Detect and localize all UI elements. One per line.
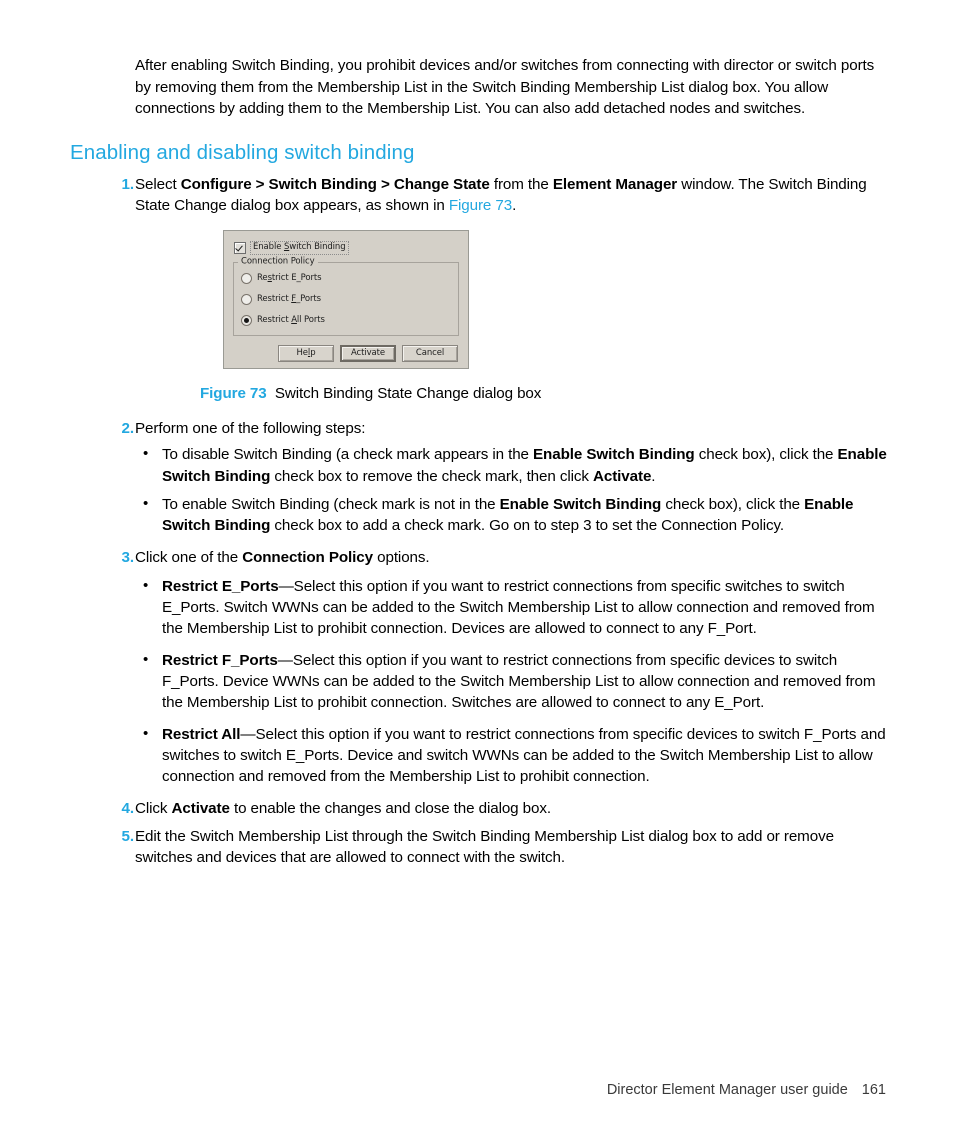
- step-1-bold-menu-path: Configure > Switch Binding > Change Stat…: [180, 175, 490, 193]
- bullet-icon: •: [143, 494, 149, 512]
- step-3: 3. Click one of the Connection Policy op…: [70, 547, 888, 788]
- page-footer: Director Element Manager user guide 161: [0, 1082, 954, 1098]
- step-1: 1. Select Configure > Switch Binding > C…: [70, 174, 888, 405]
- em-dash: —: [278, 577, 294, 595]
- enable-switch-binding-label: Enable Switch Binding: [250, 241, 349, 256]
- list-item: • Restrict F_Ports—Select this option if…: [135, 650, 888, 714]
- radio-restrict-all-ports-label: Restrict All Ports: [257, 315, 325, 326]
- procedure-steps: 1. Select Configure > Switch Binding > C…: [70, 174, 888, 869]
- figure-73-image: Enable Switch Binding Connection Policy: [135, 230, 888, 370]
- page-title: Enabling and disabling switch binding: [70, 140, 415, 164]
- activate-button[interactable]: Activate: [340, 345, 396, 363]
- step-1-text-b: from the: [489, 175, 553, 193]
- step-number: 4.: [121, 799, 135, 817]
- em-dash: —: [240, 725, 256, 743]
- step-5: 5. Edit the Switch Membership List throu…: [70, 826, 888, 869]
- figure-73-cross-reference[interactable]: Figure 73: [449, 197, 512, 214]
- radio-button-icon[interactable]: [241, 273, 252, 285]
- cancel-button[interactable]: Cancel: [402, 345, 458, 363]
- connection-policy-group: Connection Policy Restrict E_Ports Restr…: [233, 257, 459, 337]
- page-content: After enabling Switch Binding, you prohi…: [70, 55, 888, 875]
- step-1-text-a: Select: [135, 175, 181, 193]
- bullet-icon: •: [143, 724, 149, 742]
- em-dash: —: [277, 651, 293, 669]
- bullet-bold-a: Enable Switch Binding: [533, 446, 695, 464]
- step-4-text-a: Click: [135, 799, 172, 817]
- bullet-bold-c: Activate: [593, 467, 652, 485]
- step-3-bullets: • Restrict E_Ports—Select this option if…: [135, 576, 888, 788]
- step-number: 3.: [121, 548, 135, 566]
- figure-caption-text: Switch Binding State Change dialog box: [274, 385, 542, 403]
- bullet-bold-a: Enable Switch Binding: [499, 495, 662, 513]
- enable-switch-binding-row[interactable]: Enable Switch Binding: [234, 241, 459, 256]
- bullet-text-c: check box to add a check mark. Go on to …: [270, 517, 785, 535]
- step-4-bold-activate: Activate: [171, 799, 230, 817]
- policy-term-restrict-e-ports: Restrict E_Ports: [162, 577, 279, 595]
- radio-restrict-f-ports-label: Restrict F_Ports: [257, 294, 321, 305]
- bullet-text-d: .: [651, 467, 656, 485]
- document-page: After enabling Switch Binding, you prohi…: [0, 0, 954, 1145]
- radio-restrict-all-ports[interactable]: Restrict All Ports: [241, 315, 458, 327]
- step-3-bold: Connection Policy: [242, 548, 373, 566]
- bullet-text-a: To disable Switch Binding (a check mark …: [162, 446, 534, 464]
- bullet-text-b: check box), click the: [694, 446, 838, 464]
- checkbox-icon[interactable]: [234, 242, 246, 255]
- policy-term-restrict-all: Restrict All: [162, 725, 241, 743]
- bullet-text-b: check box), click the: [661, 495, 805, 513]
- footer-page-number: 161: [861, 1082, 886, 1098]
- figure-caption-label: Figure 73: [200, 385, 267, 403]
- help-button[interactable]: Help: [278, 345, 334, 363]
- bullet-icon: •: [143, 445, 149, 463]
- list-item: • To enable Switch Binding (check mark i…: [135, 494, 888, 537]
- bullet-icon: •: [143, 650, 149, 668]
- switch-binding-state-change-dialog: Enable Switch Binding Connection Policy: [223, 230, 469, 370]
- step-number: 2.: [121, 420, 135, 438]
- radio-button-icon[interactable]: [241, 294, 252, 306]
- policy-body-restrict-all: Select this option if you want to restri…: [162, 725, 886, 786]
- step-1-bold-window: Element Manager: [552, 175, 678, 193]
- step-5-text: Edit the Switch Membership List through …: [135, 827, 834, 867]
- step-2-text: Perform one of the following steps:: [135, 420, 366, 438]
- policy-term-restrict-f-ports: Restrict F_Ports: [162, 651, 278, 669]
- radio-restrict-f-ports[interactable]: Restrict F_Ports: [241, 294, 458, 306]
- step-number: 5.: [121, 827, 135, 845]
- footer-guide-title: Director Element Manager user guide: [606, 1082, 848, 1098]
- connection-policy-legend: Connection Policy: [241, 256, 315, 267]
- figure-caption: Figure 73 Switch Binding State Change di…: [135, 383, 888, 404]
- step-3-text-a: Click one of the: [135, 548, 243, 566]
- list-item: • To disable Switch Binding (a check mar…: [135, 444, 888, 487]
- step-1-text-d: .: [512, 196, 517, 214]
- bullet-text-c: check box to remove the check mark, then…: [270, 467, 593, 485]
- dialog-button-row: Help Activate Cancel: [233, 345, 458, 363]
- step-3-text-b: options.: [373, 548, 430, 566]
- group-border-right-segment: [317, 262, 458, 264]
- dialog-body: Enable Switch Binding Connection Policy: [231, 237, 461, 363]
- bullet-icon: •: [143, 576, 149, 594]
- radio-restrict-e-ports[interactable]: Restrict E_Ports: [241, 273, 458, 285]
- bullet-text-a: To enable Switch Binding (check mark is …: [162, 495, 500, 513]
- step-4-text-b: to enable the changes and close the dial…: [229, 799, 551, 817]
- list-item: • Restrict E_Ports—Select this option if…: [135, 576, 888, 640]
- step-2-bullets: • To disable Switch Binding (a check mar…: [135, 444, 888, 536]
- radio-button-selected-icon[interactable]: [241, 315, 252, 327]
- list-item: • Restrict All—Select this option if you…: [135, 724, 888, 788]
- step-number: 1.: [121, 175, 135, 193]
- radio-restrict-e-ports-label: Restrict E_Ports: [257, 273, 322, 284]
- intro-paragraph: After enabling Switch Binding, you prohi…: [135, 57, 875, 117]
- step-2: 2. Perform one of the following steps: •…: [70, 418, 888, 536]
- step-4: 4. Click Activate to enable the changes …: [70, 798, 888, 819]
- group-border-top: Connection Policy: [234, 257, 458, 266]
